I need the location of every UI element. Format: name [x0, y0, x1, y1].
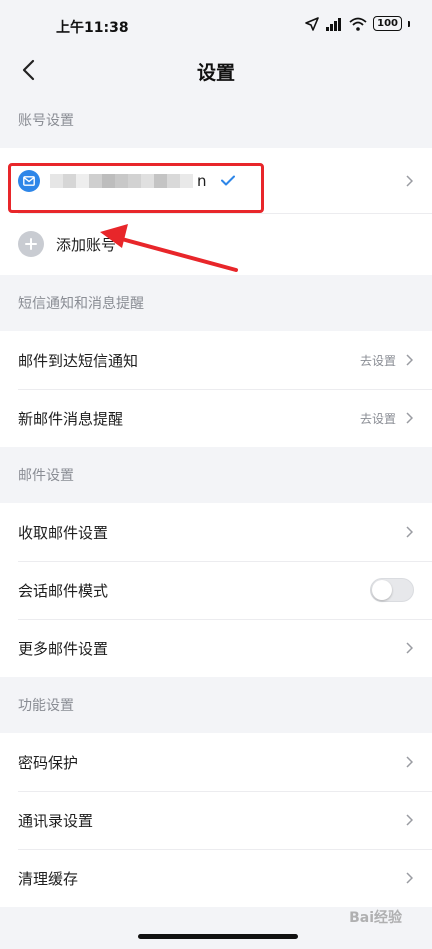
watermark: Bai经验	[349, 910, 402, 926]
password-protection-row[interactable]: 密码保护	[0, 733, 432, 791]
feature-group: 密码保护 通讯录设置 清理缓存	[0, 733, 432, 907]
new-mail-reminder-row[interactable]: 新邮件消息提醒 去设置	[0, 389, 432, 447]
chevron-right-icon	[404, 641, 414, 655]
wifi-icon	[349, 17, 367, 31]
row-label: 收取邮件设置	[18, 523, 109, 542]
sms-arrival-notice-row[interactable]: 邮件到达短信通知 去设置	[0, 331, 432, 389]
account-name-suffix: n	[197, 171, 207, 190]
more-mail-settings-row[interactable]: 更多邮件设置	[0, 619, 432, 677]
section-header-feature: 功能设置	[18, 698, 74, 714]
add-account-button[interactable]: 添加账号	[0, 213, 432, 275]
chevron-right-icon	[404, 871, 414, 885]
page-title: 设置	[196, 62, 235, 84]
row-label: 更多邮件设置	[18, 639, 109, 658]
row-label: 邮件到达短信通知	[18, 351, 139, 370]
row-label: 清理缓存	[18, 869, 79, 888]
battery-level: 100	[377, 18, 398, 29]
row-label: 会话邮件模式	[18, 581, 109, 600]
sms-group: 邮件到达短信通知 去设置 新邮件消息提醒 去设置	[0, 331, 432, 447]
chevron-right-icon	[404, 174, 414, 188]
row-label: 密码保护	[18, 753, 79, 772]
chevron-right-icon	[404, 525, 414, 539]
status-bar: 上午11:38 100	[0, 0, 432, 52]
contacts-settings-row[interactable]: 通讯录设置	[0, 791, 432, 849]
row-label: 通讯录设置	[18, 811, 94, 830]
toggle-knob	[372, 580, 392, 600]
chevron-right-icon	[404, 813, 414, 827]
row-hint: 去设置	[359, 353, 396, 368]
nav-bar: 设置	[0, 52, 432, 92]
location-icon	[305, 16, 319, 31]
battery-tip	[408, 20, 410, 27]
chevron-right-icon	[404, 353, 414, 367]
section-header-account: 账号设置	[18, 113, 74, 129]
check-icon	[220, 172, 235, 190]
home-indicator[interactable]	[138, 934, 298, 939]
clear-cache-row[interactable]: 清理缓存	[0, 849, 432, 907]
chevron-right-icon	[404, 755, 414, 769]
battery-icon: 100	[373, 16, 402, 31]
mail-group: 收取邮件设置 会话邮件模式 更多邮件设置	[0, 503, 432, 677]
section-header-mail: 邮件设置	[18, 468, 74, 484]
mail-icon	[18, 169, 40, 192]
conversation-mode-toggle[interactable]	[370, 578, 414, 602]
add-account-label: 添加账号	[56, 235, 117, 254]
receive-mail-settings-row[interactable]: 收取邮件设置	[0, 503, 432, 561]
account-group: n 添加账号	[0, 148, 432, 275]
signal-icon	[326, 17, 342, 31]
status-time: 上午11:38	[56, 20, 129, 36]
section-header-sms: 短信通知和消息提醒	[18, 296, 144, 312]
status-icons: 100	[305, 16, 410, 31]
row-label: 新邮件消息提醒	[18, 409, 124, 428]
account-row[interactable]: n	[0, 148, 432, 213]
chevron-right-icon	[404, 411, 414, 425]
redacted-account-name	[50, 173, 193, 188]
row-hint: 去设置	[359, 411, 396, 426]
conversation-mode-row: 会话邮件模式	[0, 561, 432, 619]
plus-icon	[18, 231, 44, 257]
